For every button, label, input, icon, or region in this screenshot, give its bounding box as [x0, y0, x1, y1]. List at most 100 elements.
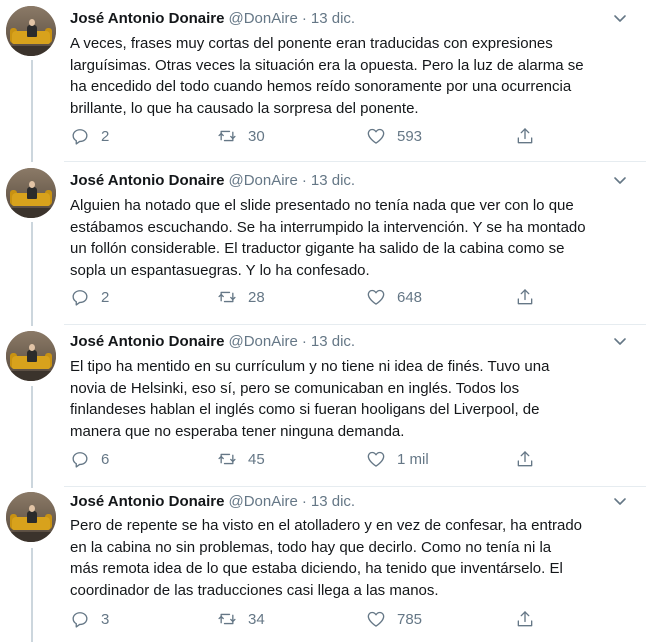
tweet-text-line: sopla un espantasuegras. Y lo ha confesa…: [70, 261, 370, 279]
avatar[interactable]: [6, 492, 56, 542]
separator-dot: ·: [301, 492, 307, 510]
avatar[interactable]: [6, 331, 56, 381]
tweet-date[interactable]: 13 dic.: [311, 10, 355, 27]
tweet-text-line: finlandeses hablan el inglés como si fue…: [70, 401, 540, 418]
tweet[interactable]: José Antonio Donaire @DonAire · 13 dic. …: [0, 0, 646, 162]
share-icon: [517, 128, 533, 144]
tweet-text-line: novia de Helsinki, eso sí, pero se comun…: [70, 379, 520, 397]
retweet-count: 28: [248, 288, 265, 306]
tweet-text-line: ha encedido del todo cuando hemos reído …: [70, 78, 572, 95]
chevron-down-icon[interactable]: [612, 493, 628, 509]
chevron-down-icon[interactable]: [612, 10, 628, 26]
share-icon: [517, 289, 533, 305]
like-button[interactable]: 1 mil: [366, 447, 429, 471]
tweet-header: José Antonio Donaire @DonAire · 13 dic.: [70, 330, 355, 352]
tweet[interactable]: José Antonio Donaire @DonAire · 13 dic. …: [0, 162, 646, 325]
tweet-text-line: estábamos escuchando. Se ha interrumpido…: [70, 218, 586, 236]
share-icon: [517, 611, 533, 627]
avatar[interactable]: [6, 168, 56, 218]
tweet-text-line: en la cabina no sin problemas, todo hay …: [70, 538, 552, 556]
retweet-icon: [218, 613, 236, 625]
tweet-text: A veces, frases muy cortas del ponente e…: [70, 33, 630, 119]
retweet-button[interactable]: 45: [217, 447, 265, 471]
like-button[interactable]: 785: [366, 607, 422, 631]
reply-count: 2: [101, 288, 110, 306]
author-name[interactable]: José Antonio Donaire: [70, 172, 224, 189]
reply-button[interactable]: 3: [70, 607, 109, 631]
tweet-actions: 3 34 785: [70, 607, 540, 631]
author-handle[interactable]: @DonAire: [228, 10, 297, 27]
tweet-text-line: coordinador de las traducciones casi lle…: [70, 581, 439, 599]
tweet-date[interactable]: 13 dic.: [311, 333, 355, 350]
like-count: 1 mil: [397, 450, 429, 468]
tweet-header: José Antonio Donaire @DonAire · 13 dic.: [70, 7, 355, 29]
retweet-count: 34: [248, 610, 265, 628]
tweet-text-line: más remota idea de lo que estaba diciend…: [70, 560, 563, 577]
reply-icon: [72, 129, 88, 145]
like-count: 648: [397, 288, 423, 306]
reply-count: 6: [101, 450, 110, 468]
like-button[interactable]: 648: [366, 285, 422, 309]
retweet-icon: [218, 291, 236, 303]
retweet-button[interactable]: 30: [217, 124, 265, 148]
separator-dot: ·: [301, 171, 307, 189]
separator-dot: ·: [301, 9, 307, 27]
retweet-button[interactable]: 34: [217, 607, 265, 631]
tweet[interactable]: José Antonio Donaire @DonAire · 13 dic. …: [0, 325, 646, 487]
tweet-text-line: manera que no esperaba tener ninguna dem…: [70, 422, 405, 440]
reply-button[interactable]: 2: [70, 124, 109, 148]
tweet-text: El tipo ha mentido en su currículum y no…: [70, 356, 630, 442]
retweet-button[interactable]: 28: [217, 285, 265, 309]
tweet-actions: 2 30 593: [70, 124, 540, 148]
tweet-header: José Antonio Donaire @DonAire · 13 dic.: [70, 490, 355, 512]
reply-icon: [72, 290, 88, 306]
tweet-text-line: Alguien ha notado que el slide presentad…: [70, 197, 574, 214]
share-button[interactable]: [515, 447, 535, 471]
retweet-count: 30: [248, 127, 265, 145]
chevron-down-icon[interactable]: [612, 172, 628, 188]
share-button[interactable]: [515, 124, 535, 148]
reply-button[interactable]: 6: [70, 447, 109, 471]
avatar[interactable]: [6, 6, 56, 56]
share-button[interactable]: [515, 607, 535, 631]
tweet-date[interactable]: 13 dic.: [311, 493, 355, 510]
tweet-header: José Antonio Donaire @DonAire · 13 dic.: [70, 169, 355, 191]
author-name[interactable]: José Antonio Donaire: [70, 333, 224, 350]
retweet-icon: [218, 130, 236, 142]
share-icon: [517, 451, 533, 467]
reply-icon: [72, 612, 88, 628]
author-handle[interactable]: @DonAire: [228, 493, 297, 510]
author-handle[interactable]: @DonAire: [228, 172, 297, 189]
tweet-text-line: brillante, lo que ha causado la sorpresa…: [70, 99, 419, 117]
tweet-text: Alguien ha notado que el slide presentad…: [70, 195, 630, 281]
tweet-text: Pero de repente se ha visto en el atolla…: [70, 515, 630, 601]
chevron-down-icon[interactable]: [612, 333, 628, 349]
reply-button[interactable]: 2: [70, 285, 109, 309]
author-handle[interactable]: @DonAire: [228, 333, 297, 350]
heart-icon: [367, 128, 385, 144]
tweet-text-line: Pero de repente se ha visto en el atolla…: [70, 517, 583, 534]
tweet-text-line: larguísimas. Otras veces la situación er…: [70, 56, 584, 74]
retweet-icon: [218, 453, 236, 465]
heart-icon: [367, 289, 385, 305]
separator-dot: ·: [301, 332, 307, 350]
share-button[interactable]: [515, 285, 535, 309]
reply-count: 2: [101, 127, 110, 145]
tweet-text-line: un follón considerable. El traductor gig…: [70, 240, 565, 257]
tweet-date[interactable]: 13 dic.: [311, 172, 355, 189]
tweet-actions: 6 45 1 mil: [70, 447, 540, 471]
retweet-count: 45: [248, 450, 265, 468]
tweet-text-line: El tipo ha mentido en su currículum y no…: [70, 358, 550, 375]
reply-icon: [72, 452, 88, 468]
tweet-text-line: A veces, frases muy cortas del ponente e…: [70, 35, 553, 52]
like-count: 593: [397, 127, 423, 145]
like-count: 785: [397, 610, 423, 628]
author-name[interactable]: José Antonio Donaire: [70, 493, 224, 510]
tweet[interactable]: José Antonio Donaire @DonAire · 13 dic. …: [0, 487, 646, 642]
author-name[interactable]: José Antonio Donaire: [70, 10, 224, 27]
like-button[interactable]: 593: [366, 124, 422, 148]
reply-count: 3: [101, 610, 110, 628]
tweet-actions: 2 28 648: [70, 285, 540, 309]
heart-icon: [367, 451, 385, 467]
heart-icon: [367, 611, 385, 627]
